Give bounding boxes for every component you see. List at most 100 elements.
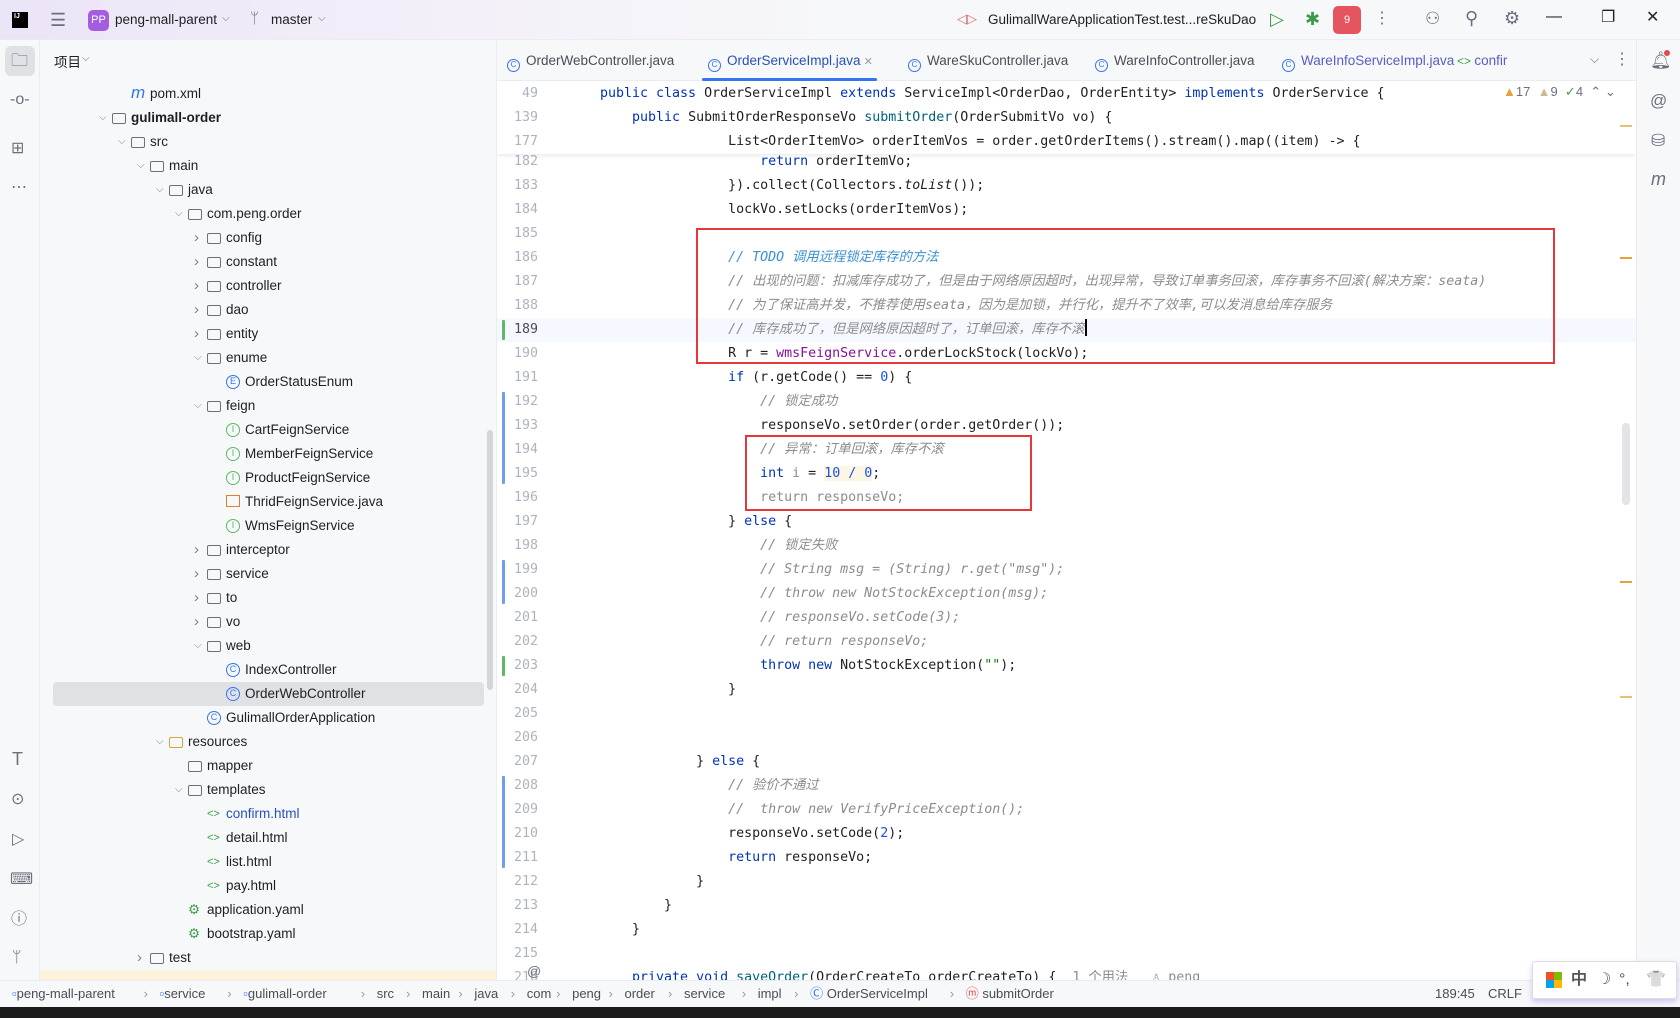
breadcrumb-item[interactable]: Ⓒ OrderServiceImpl xyxy=(810,981,928,1007)
chevron-right-icon[interactable]: › xyxy=(194,562,199,586)
restore-icon[interactable]: ❐ xyxy=(1601,10,1615,26)
line-number[interactable]: 196 xyxy=(497,486,538,510)
chevron-down-icon[interactable]: ⌵ xyxy=(156,730,164,754)
chevron-down-icon[interactable]: ⌵ xyxy=(99,106,107,130)
tab-orderwebcontroller-java[interactable]: C OrderWebController.java xyxy=(507,40,674,81)
tree-item[interactable]: C IndexController xyxy=(40,658,496,682)
terminal-icon[interactable]: ⌨ xyxy=(10,872,33,888)
code-line[interactable]: 183 }).collect(Collectors.toList()); xyxy=(497,174,1636,198)
chevron-right-icon[interactable]: › xyxy=(194,250,199,274)
tree-item[interactable]: <> list.html xyxy=(40,850,496,874)
skin-icon[interactable]: 👕 xyxy=(1646,962,1666,998)
breadcrumb-item[interactable]: ▫service xyxy=(160,981,206,1007)
tree-item[interactable]: › interceptor xyxy=(40,538,496,562)
code-line[interactable]: 212 } xyxy=(497,870,1636,894)
breadcrumb-item[interactable]: ⓜ submitOrder xyxy=(966,981,1054,1007)
run-tool-icon[interactable]: ▷ xyxy=(12,832,24,848)
tree-item[interactable]: ⌵ resources xyxy=(40,730,496,754)
sticky-line[interactable]: 177 List<OrderItemVo> orderItemVos = ord… xyxy=(497,130,1636,154)
project-badge[interactable]: PP xyxy=(88,10,109,31)
sticky-line[interactable]: 49 public class OrderServiceImpl extends … xyxy=(497,82,1636,106)
tree-item[interactable]: m pom.xml xyxy=(40,82,496,106)
tab-wareinfoserviceimpl-java[interactable]: C WareInfoServiceImpl.java xyxy=(1282,40,1454,81)
tree-item[interactable]: › to xyxy=(40,586,496,610)
breadcrumb-item[interactable]: com xyxy=(527,981,552,1007)
breadcrumb-item[interactable]: impl xyxy=(758,981,782,1007)
search-icon[interactable]: ⚲ xyxy=(1465,9,1478,27)
line-number[interactable]: 207 xyxy=(497,750,538,774)
tab-wareskucontroller-java[interactable]: C WareSkuController.java xyxy=(908,40,1068,81)
line-number[interactable]: 185 xyxy=(497,222,538,246)
vcs-change-marker[interactable] xyxy=(502,656,505,676)
chevron-down-icon[interactable]: ⌵ xyxy=(1590,53,1599,65)
main-menu-icon[interactable]: ☰ xyxy=(50,11,66,29)
branch-selector[interactable]: master xyxy=(271,12,312,27)
commit-icon[interactable]: -o- xyxy=(10,92,30,108)
tree-item[interactable]: ⌵ java xyxy=(40,178,496,202)
app-logo[interactable]: IJ xyxy=(12,12,28,28)
tree-item[interactable]: ⌵ feign xyxy=(40,394,496,418)
line-number[interactable]: 187 xyxy=(497,270,538,294)
code-line[interactable]: 191 if (r.getCode() == 0) { xyxy=(497,366,1636,390)
line-number[interactable]: 213 xyxy=(497,894,538,918)
tree-item[interactable]: ⌵ web xyxy=(40,634,496,658)
code-line[interactable]: 210 responseVo.setCode(2); xyxy=(497,822,1636,846)
tree-item[interactable]: I MemberFeignService xyxy=(40,442,496,466)
tree-item[interactable]: I CartFeignService xyxy=(40,418,496,442)
line-number[interactable]: 190 xyxy=(497,342,538,366)
tree-item[interactable]: › controller xyxy=(40,274,496,298)
minimize-icon[interactable]: — xyxy=(1546,9,1562,25)
chevron-down-icon[interactable]: ⌵ xyxy=(175,778,183,802)
breadcrumb-item[interactable]: service xyxy=(684,981,725,1007)
code-line[interactable]: 194 // 异常：订单回滚，库存不滚 xyxy=(497,438,1636,462)
line-ending[interactable]: CRLF xyxy=(1488,981,1522,1007)
line-number[interactable]: 206 xyxy=(497,726,538,750)
code-line[interactable]: 214 } xyxy=(497,918,1636,942)
chevron-down-icon[interactable]: ⌵ xyxy=(175,202,183,226)
line-number[interactable]: 197 xyxy=(497,510,538,534)
tree-item[interactable]: I WmsFeignService xyxy=(40,514,496,538)
code-line[interactable]: 192 // 锁定成功 xyxy=(497,390,1636,414)
breadcrumb-item[interactable]: order xyxy=(625,981,655,1007)
add-user-icon[interactable]: ⚇ xyxy=(1425,10,1440,27)
chevron-down-icon[interactable]: ⌵ xyxy=(194,634,202,658)
line-number[interactable]: 139 xyxy=(497,106,538,130)
tree-item[interactable]: ⌵ com.peng.order xyxy=(40,202,496,226)
database-icon[interactable]: ⛁ xyxy=(1651,132,1665,149)
tree-item[interactable]: › config xyxy=(40,226,496,250)
tree-item[interactable]: <> confirm.html xyxy=(40,802,496,826)
chevron-down-icon[interactable]: ⌵ xyxy=(137,154,145,178)
breadcrumb-item[interactable]: src xyxy=(377,981,394,1007)
tree-item[interactable]: › dao xyxy=(40,298,496,322)
chevron-down-icon[interactable]: ⌵ xyxy=(156,178,164,202)
code-line[interactable]: 195 int i = 10 / 0; xyxy=(497,462,1636,486)
vcs-change-marker[interactable] xyxy=(502,776,505,868)
gear-icon[interactable]: ⚙ xyxy=(1504,9,1520,27)
line-number[interactable]: 198 xyxy=(497,534,538,558)
tree-item[interactable]: C OrderWebController xyxy=(53,682,484,706)
code-line[interactable]: 193 responseVo.setOrder(order.getOrder()… xyxy=(497,414,1636,438)
cursor-position[interactable]: 189:45 xyxy=(1435,981,1475,1007)
code-line[interactable]: 205 xyxy=(497,702,1636,726)
services-button[interactable]: 9 xyxy=(1333,6,1361,34)
line-number[interactable]: 212 xyxy=(497,870,538,894)
code-line[interactable]: 201 // responseVo.setCode(3); xyxy=(497,606,1636,630)
tree-item[interactable]: ⌵ main xyxy=(40,154,496,178)
code-line[interactable]: 208 // 验价不通过 xyxy=(497,774,1636,798)
chevron-right-icon[interactable]: › xyxy=(137,946,142,970)
chevron-down-icon[interactable]: ⌵ xyxy=(194,346,202,370)
tree-item[interactable]: › service xyxy=(40,562,496,586)
code-line[interactable]: 202 // return responseVo; xyxy=(497,630,1636,654)
tree-item[interactable]: ⌵ src xyxy=(40,130,496,154)
tree-item[interactable]: <> pay.html xyxy=(40,874,496,898)
line-number[interactable]: 205 xyxy=(497,702,538,726)
tree-item[interactable]: ThridFeignService.java xyxy=(40,490,496,514)
git-icon[interactable]: ᛘ xyxy=(12,950,22,966)
line-number[interactable]: 204 xyxy=(497,678,538,702)
tree-item[interactable]: C GulimallOrderApplication xyxy=(40,706,496,730)
code-line[interactable]: 198 // 锁定失败 xyxy=(497,534,1636,558)
previous-icon[interactable]: ⌃ xyxy=(1590,84,1601,99)
code-line[interactable]: 215 xyxy=(497,942,1636,966)
code-line[interactable]: 197 } else { xyxy=(497,510,1636,534)
breadcrumb-item[interactable]: peng xyxy=(572,981,601,1007)
